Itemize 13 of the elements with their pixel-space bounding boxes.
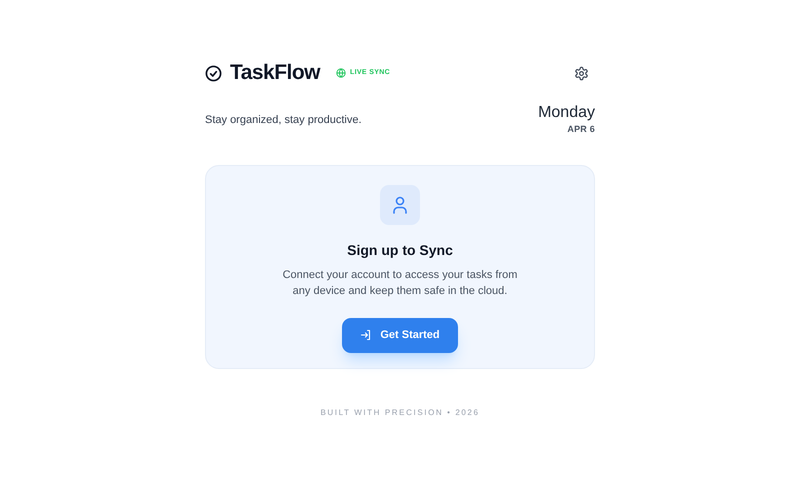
card-description: Connect your account to access your tasks from any device and keep them safe in the cloud. [282,268,518,298]
app-title: TaskFlow [230,60,320,86]
footer-text: BUILT WITH PRECISION • 2026 [320,406,480,418]
tagline: Stay organized, stay productive. [205,113,362,128]
check-circle-icon [205,64,222,82]
user-icon [392,196,408,214]
globe-icon [336,68,346,78]
date-label: APR 6 [567,123,595,136]
get-started-button[interactable]: Get Started [342,318,458,352]
settings-icon [574,66,589,80]
sign-in-icon [360,329,372,341]
card-heading: Sign up to Sync [347,240,453,260]
weekday-label: Monday [538,103,595,123]
